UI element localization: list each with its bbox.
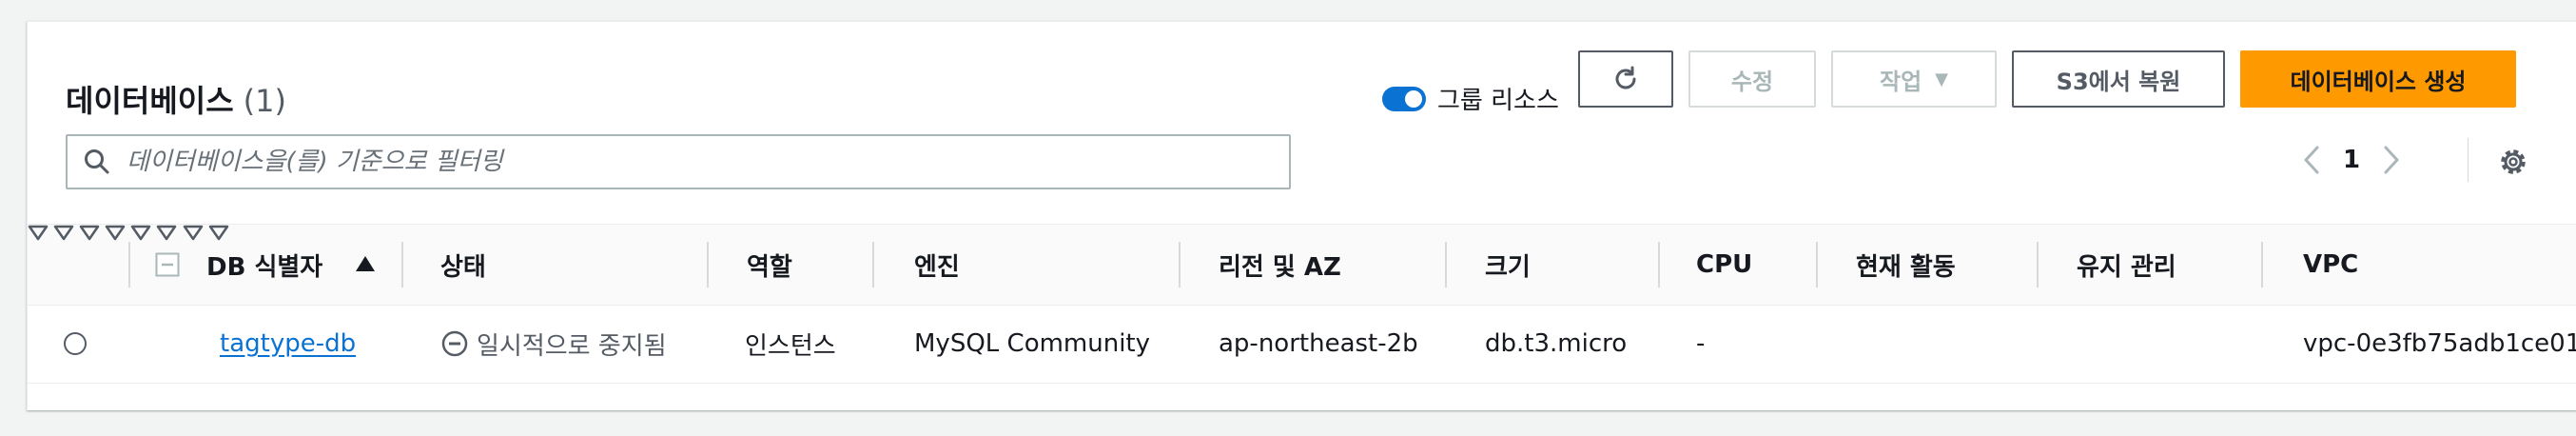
row-select-radio[interactable] [64,305,87,383]
column-divider [128,242,130,287]
stopped-status-icon [441,330,468,357]
modify-button[interactable]: 수정 [1688,50,1816,108]
engine-header-label: 엔진 [914,252,960,282]
actions-dropdown-button[interactable]: 작업 ▼ [1831,50,1997,108]
size-header-label: 크기 [1485,252,1531,282]
current-page-number[interactable]: 1 [2343,146,2360,174]
radio-button[interactable] [64,332,87,355]
status-text: 일시적으로 중지됨 [477,331,667,361]
vpc-text: vpc-0e3fb75adb1ce01 [2303,329,2576,358]
column-header-cpu[interactable]: CPU [1696,225,1752,305]
maintenance-header-label: 유지 관리 [2077,252,2176,282]
toggle-switch[interactable] [1382,86,1426,111]
search-input[interactable] [125,147,1251,177]
status-cell: 일시적으로 중지됨 [440,305,667,383]
column-header-size[interactable]: 크기 [1485,225,1531,305]
size-cell: db.t3.micro [1485,305,1627,383]
create-database-label: 데이터베이스 생성 [2290,68,2467,95]
column-divider [2261,242,2263,287]
column-divider [707,242,709,287]
cpu-text: - [1696,329,1706,358]
vpc-header-label: VPC [2303,250,2359,279]
column-divider [1658,242,1660,287]
role-text: 인스턴스 [745,331,836,361]
restore-s3-label: S3에서 복원 [2056,68,2181,95]
column-header-status[interactable]: 상태 [440,225,486,305]
chevron-left-icon[interactable] [2301,144,2322,176]
region-cell: ap-northeast-2b [1219,305,1418,383]
sort-caret-icon[interactable] [28,225,49,242]
engine-cell: MySQL Community [914,305,1150,383]
table-row[interactable]: tagtype-db 일시적으로 중지됨 인스턴스 MySQL Communit… [28,305,2576,384]
pagination: 1 [2301,144,2402,176]
restore-from-s3-button[interactable]: S3에서 복원 [2012,50,2225,108]
databases-panel: 데이터베이스 (1) 그룹 리소스 수정 작업 ▼ S3에서 복원 데이터베이스… [27,21,2576,410]
page-title: 데이터베이스 [66,83,234,119]
chevron-right-icon[interactable] [2381,144,2402,176]
column-divider [401,242,403,287]
gear-icon[interactable] [2497,146,2529,178]
column-divider [872,242,874,287]
size-text: db.t3.micro [1485,329,1628,358]
column-divider [2037,242,2039,287]
column-header-role[interactable]: 역할 [747,225,792,305]
role-cell: 인스턴스 [745,305,836,383]
region-text: ap-northeast-2b [1219,329,1418,358]
column-header-region-az[interactable]: 리전 및 AZ [1219,225,1341,305]
vpc-cell: vpc-0e3fb75adb1ce01 [2303,305,2576,383]
column-header-vpc[interactable]: VPC [2303,225,2358,305]
column-header-maintenance[interactable]: 유지 관리 [2077,225,2176,305]
search-icon [85,149,109,174]
db-id-link[interactable]: tagtype-db [220,329,356,358]
db-id-header-label: DB 식별자 [206,252,323,282]
filter-search[interactable] [66,134,1291,189]
cpu-cell: - [1696,305,1705,383]
indeterminate-checkbox-icon [155,252,180,277]
page-header: 데이터베이스 (1) [66,77,286,121]
sort-caret-icon[interactable] [130,225,151,242]
activity-header-label: 현재 활동 [1856,252,1956,282]
refresh-icon [1615,66,1636,89]
column-header-db-id[interactable]: DB 식별자 [206,225,322,305]
region-header-label: 리전 및 AZ [1219,252,1341,282]
resource-count: (1) [243,83,286,119]
role-header-label: 역할 [747,252,792,282]
sort-caret-icon[interactable] [53,225,74,242]
actions-button-label: 작업 [1879,68,1922,95]
modify-button-label: 수정 [1730,68,1774,95]
column-divider [1179,242,1181,287]
select-all-checkbox[interactable] [155,225,180,305]
toggle-knob [1405,89,1422,108]
engine-text: MySQL Community [914,329,1151,358]
column-header-current-activity[interactable]: 현재 활동 [1856,225,1956,305]
sort-ascending-icon[interactable] [355,255,376,272]
group-resources-toggle[interactable]: 그룹 리소스 [1382,81,1559,116]
table-header: DB 식별자 상태 역할 엔진 리전 및 AZ 크기 CPU 현재 활동 유지 … [28,224,2576,306]
group-resources-label: 그룹 리소스 [1437,87,1559,115]
column-header-engine[interactable]: 엔진 [914,225,960,305]
create-database-button[interactable]: 데이터베이스 생성 [2240,50,2516,108]
column-divider [1816,242,1818,287]
caret-down-icon: ▼ [1935,69,1948,89]
sort-caret-icon[interactable] [183,225,204,242]
column-divider [1445,242,1447,287]
sort-caret-icon[interactable] [79,225,100,242]
status-header-label: 상태 [440,252,486,282]
db-id-cell: tagtype-db [220,305,356,383]
pager-divider [2468,138,2469,182]
cpu-header-label: CPU [1696,250,1753,279]
sort-caret-icon[interactable] [105,225,126,242]
refresh-button[interactable] [1578,50,1673,108]
